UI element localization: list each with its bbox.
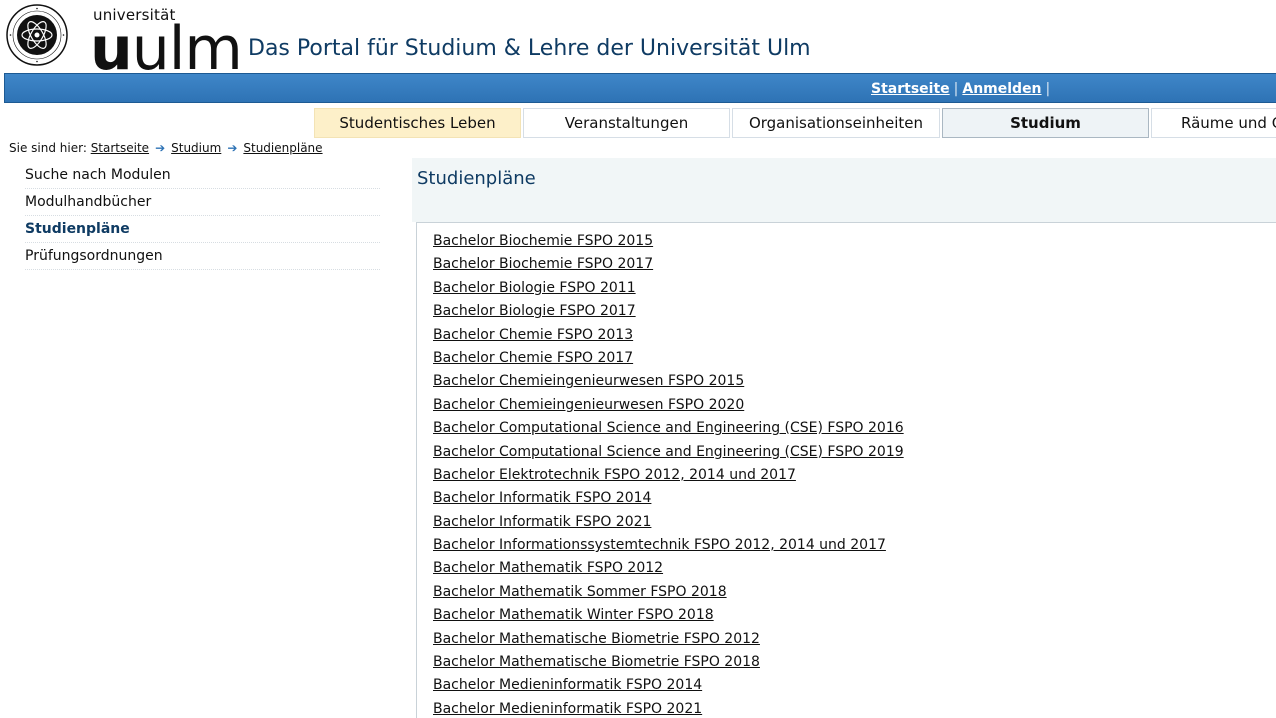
- plan-link[interactable]: Bachelor Chemie FSPO 2017: [433, 350, 633, 366]
- list-item: Bachelor Informationssystemtechnik FSPO …: [433, 532, 904, 555]
- list-item: Bachelor Computational Science and Engin…: [433, 415, 904, 438]
- plans-list-box: Bachelor Biochemie FSPO 2015 Bachelor Bio…: [416, 222, 1276, 718]
- list-item: Bachelor Chemieingenieurwesen FSPO 2015: [433, 368, 904, 391]
- tab-studium[interactable]: Studium: [942, 108, 1149, 138]
- plan-link[interactable]: Bachelor Computational Science and Engin…: [433, 420, 904, 436]
- sidebar-item-modulhandbuecher[interactable]: Modulhandbücher: [25, 189, 380, 216]
- site-header: universität uulm Das Portal für Studium …: [0, 0, 1276, 82]
- list-item: Bachelor Informatik FSPO 2014: [433, 485, 904, 508]
- breadcrumb-prefix: Sie sind hier:: [9, 141, 87, 155]
- plan-link[interactable]: Bachelor Elektrotechnik FSPO 2012, 2014 …: [433, 467, 796, 483]
- tab-organisationseinheiten[interactable]: Organisationseinheiten: [732, 108, 940, 138]
- plan-link[interactable]: Bachelor Mathematik FSPO 2012: [433, 560, 663, 576]
- plan-link[interactable]: Bachelor Mathematik Sommer FSPO 2018: [433, 584, 727, 600]
- list-item: Bachelor Chemieingenieurwesen FSPO 2020: [433, 392, 904, 415]
- breadcrumb-link-studienplaene[interactable]: Studienpläne: [243, 141, 322, 155]
- sidebar-nav: Suche nach Modulen Modulhandbücher Studi…: [25, 162, 380, 270]
- tab-studentisches-leben[interactable]: Studentisches Leben: [314, 108, 521, 138]
- list-item: Bachelor Biochemie FSPO 2017: [433, 251, 904, 274]
- list-item: Bachelor Mathematik Winter FSPO 2018: [433, 602, 904, 625]
- page-title: Studienpläne: [417, 168, 536, 189]
- list-item: Bachelor Informatik FSPO 2021: [433, 509, 904, 532]
- plan-link[interactable]: Bachelor Medieninformatik FSPO 2014: [433, 677, 702, 693]
- list-item: Bachelor Chemie FSPO 2013: [433, 322, 904, 345]
- tab-raeume[interactable]: Räume und G: [1151, 108, 1276, 138]
- list-item: Bachelor Mathematische Biometrie FSPO 20…: [433, 626, 904, 649]
- plan-link[interactable]: Bachelor Biochemie FSPO 2015: [433, 233, 653, 249]
- list-item: Bachelor Mathematik FSPO 2012: [433, 555, 904, 578]
- breadcrumb-link-studium[interactable]: Studium: [171, 141, 221, 155]
- page-root: universität uulm Das Portal für Studium …: [0, 0, 1276, 718]
- sidebar-item-pruefungsordnungen[interactable]: Prüfungsordnungen: [25, 243, 380, 270]
- content-header: Studienpläne: [412, 158, 1276, 222]
- topbar-link-startseite[interactable]: Startseite: [871, 81, 950, 97]
- plan-link[interactable]: Bachelor Mathematik Winter FSPO 2018: [433, 607, 714, 623]
- tab-veranstaltungen[interactable]: Veranstaltungen: [523, 108, 730, 138]
- plan-link[interactable]: Bachelor Biochemie FSPO 2017: [433, 256, 653, 272]
- plan-link[interactable]: Bachelor Biologie FSPO 2011: [433, 280, 636, 296]
- breadcrumb-link-startseite[interactable]: Startseite: [91, 141, 149, 155]
- sidebar-item-suche-nach-modulen[interactable]: Suche nach Modulen: [25, 162, 380, 189]
- plan-link[interactable]: Bachelor Medieninformatik FSPO 2021: [433, 701, 702, 717]
- list-item: Bachelor Computational Science and Engin…: [433, 439, 904, 462]
- plan-link[interactable]: Bachelor Chemieingenieurwesen FSPO 2020: [433, 397, 744, 413]
- breadcrumb: Sie sind hier: Startseite ➔ Studium ➔ Studie…: [9, 141, 323, 155]
- top-utility-bar: Startseite | Anmelden |: [4, 73, 1276, 103]
- list-item: Bachelor Biologie FSPO 2011: [433, 275, 904, 298]
- list-item: Bachelor Medieninformatik FSPO 2014: [433, 672, 904, 695]
- top-utility-links: Startseite | Anmelden |: [871, 81, 1054, 97]
- arrow-right-icon: ➔: [227, 141, 238, 155]
- topbar-link-anmelden[interactable]: Anmelden: [962, 81, 1041, 97]
- plan-link[interactable]: Bachelor Computational Science and Engin…: [433, 444, 904, 460]
- portal-title: Das Portal für Studium & Lehre der Unive…: [248, 36, 811, 61]
- plan-link[interactable]: Bachelor Mathematische Biometrie FSPO 20…: [433, 631, 760, 647]
- sidebar-item-studienplaene[interactable]: Studienpläne: [25, 216, 380, 243]
- plan-link[interactable]: Bachelor Informatik FSPO 2014: [433, 490, 651, 506]
- list-item: Bachelor Chemie FSPO 2017: [433, 345, 904, 368]
- list-item: Bachelor Medieninformatik FSPO 2021: [433, 696, 904, 718]
- list-item: Bachelor Biochemie FSPO 2015: [433, 228, 904, 251]
- list-item: Bachelor Mathematische Biometrie FSPO 20…: [433, 649, 904, 672]
- topbar-separator: |: [953, 81, 959, 97]
- list-item: Bachelor Mathematik Sommer FSPO 2018: [433, 579, 904, 602]
- plan-link[interactable]: Bachelor Chemie FSPO 2013: [433, 327, 633, 343]
- plan-link[interactable]: Bachelor Biologie FSPO 2017: [433, 303, 636, 319]
- plans-list: Bachelor Biochemie FSPO 2015 Bachelor Bio…: [433, 228, 904, 718]
- plan-link[interactable]: Bachelor Mathematische Biometrie FSPO 20…: [433, 654, 760, 670]
- plan-link[interactable]: Bachelor Informatik FSPO 2021: [433, 514, 651, 530]
- list-item: Bachelor Elektrotechnik FSPO 2012, 2014 …: [433, 462, 904, 485]
- arrow-right-icon: ➔: [155, 141, 166, 155]
- plan-link[interactable]: Bachelor Informationssystemtechnik FSPO …: [433, 537, 886, 553]
- topbar-separator: |: [1045, 81, 1051, 97]
- university-seal-icon[interactable]: [6, 4, 68, 66]
- plan-link[interactable]: Bachelor Chemieingenieurwesen FSPO 2015: [433, 373, 744, 389]
- list-item: Bachelor Biologie FSPO 2017: [433, 298, 904, 321]
